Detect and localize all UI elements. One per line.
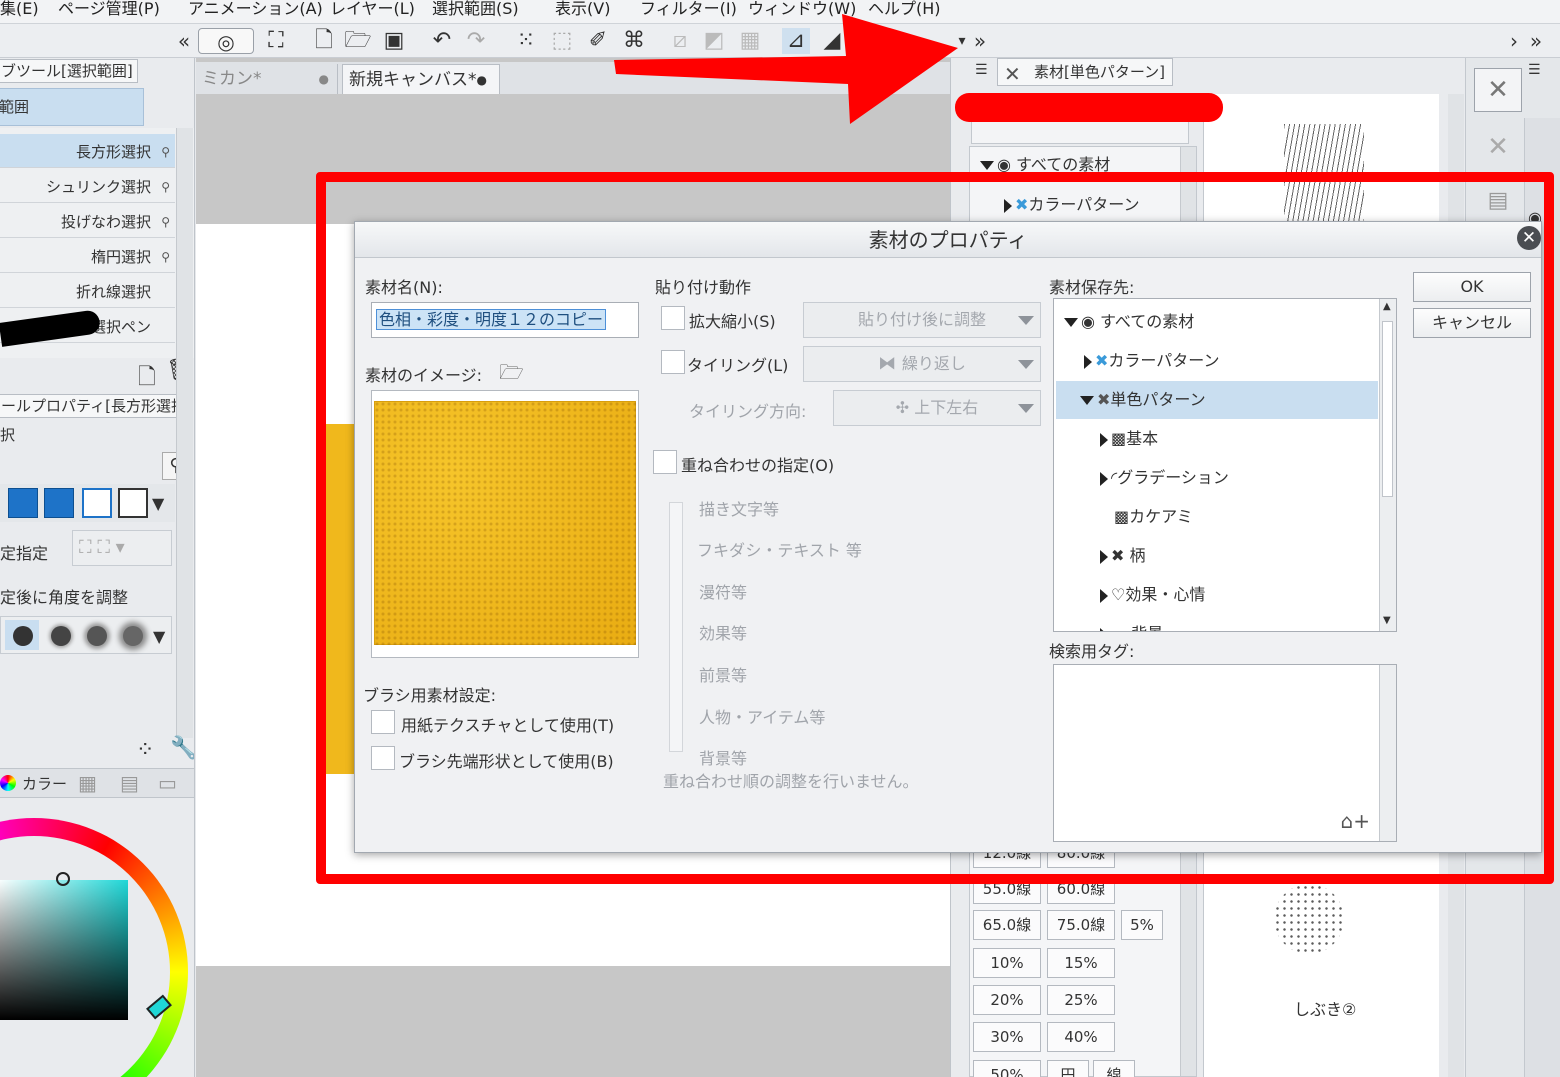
red-highlight-box (316, 172, 1554, 884)
red-underline (955, 93, 1223, 122)
red-arrow (614, 14, 958, 124)
